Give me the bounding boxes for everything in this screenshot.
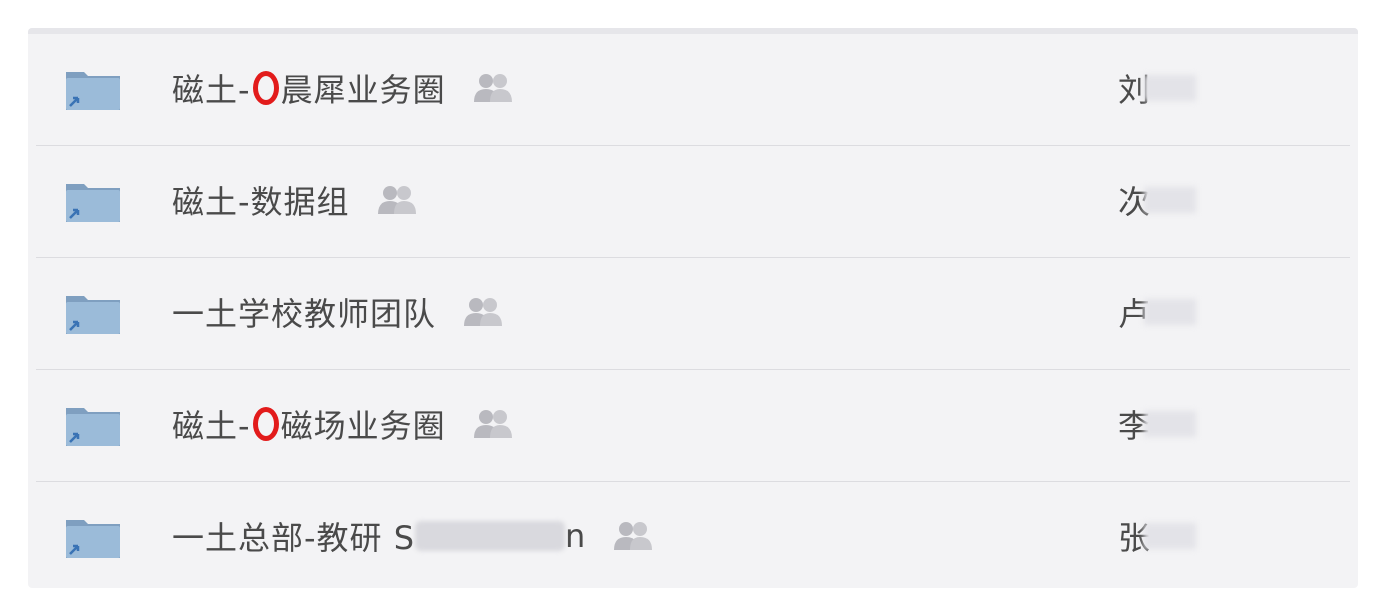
folder-list: 磁土- 晨犀业务圈 刘 磁土-数据组 次 一土学校教师团队 卢 磁土- 磁场业务… [36, 34, 1350, 593]
folder-name[interactable]: 磁土- 磁场业务圈 [172, 402, 514, 446]
owner-redaction [1144, 75, 1197, 101]
folder-name[interactable]: 磁土-数据组 [172, 178, 418, 222]
red-circle-annotation [252, 71, 279, 105]
folder-owner: 卢 [1118, 290, 1197, 334]
folder-name-suffix: n [565, 517, 587, 555]
group-users-icon [614, 522, 653, 550]
folder-row[interactable]: 磁土-数据组 次 [36, 146, 1350, 258]
folder-name[interactable]: 一土总部-教研 S n [172, 514, 654, 558]
folder-name-prefix: 磁土-数据组 [172, 183, 350, 221]
folder-row[interactable]: 一土学校教师团队 卢 [36, 258, 1350, 370]
shared-folder-panel: 磁土- 晨犀业务圈 刘 磁土-数据组 次 一土学校教师团队 卢 磁土- 磁场业务… [28, 28, 1358, 588]
owner-redaction [1144, 187, 1197, 213]
folder-owner: 李 [1118, 402, 1197, 446]
folder-name-prefix: 磁土- [172, 407, 251, 445]
folder-row[interactable]: 磁土- 磁场业务圈 李 [36, 370, 1350, 482]
red-circle-annotation [252, 407, 279, 441]
folder-row[interactable]: 一土总部-教研 S n 张 [36, 482, 1350, 593]
shared-folder-icon [66, 72, 120, 110]
folder-name-suffix: 晨犀业务圈 [280, 71, 446, 109]
folder-name-suffix: 磁场业务圈 [280, 407, 446, 445]
name-redaction [415, 521, 566, 551]
folder-owner: 次 [1118, 178, 1197, 222]
shared-folder-icon [66, 408, 120, 446]
owner-redaction [1144, 299, 1197, 325]
shared-folder-icon [66, 520, 120, 558]
folder-owner: 张 [1118, 514, 1197, 558]
group-users-icon [473, 410, 512, 438]
folder-row[interactable]: 磁土- 晨犀业务圈 刘 [36, 34, 1350, 146]
folder-name-prefix: 磁土- [172, 71, 251, 109]
group-users-icon [473, 74, 512, 102]
group-users-icon [377, 186, 416, 214]
group-users-icon [464, 298, 503, 326]
folder-name[interactable]: 一土学校教师团队 [172, 290, 504, 334]
folder-name[interactable]: 磁土- 晨犀业务圈 [172, 66, 514, 110]
shared-folder-icon [66, 184, 120, 222]
owner-redaction [1144, 411, 1197, 437]
folder-name-prefix: 一土学校教师团队 [172, 295, 437, 333]
owner-redaction [1144, 523, 1197, 549]
folder-owner: 刘 [1118, 66, 1197, 110]
shared-folder-icon [66, 296, 120, 334]
folder-name-prefix: 一土总部-教研 S [172, 519, 416, 557]
